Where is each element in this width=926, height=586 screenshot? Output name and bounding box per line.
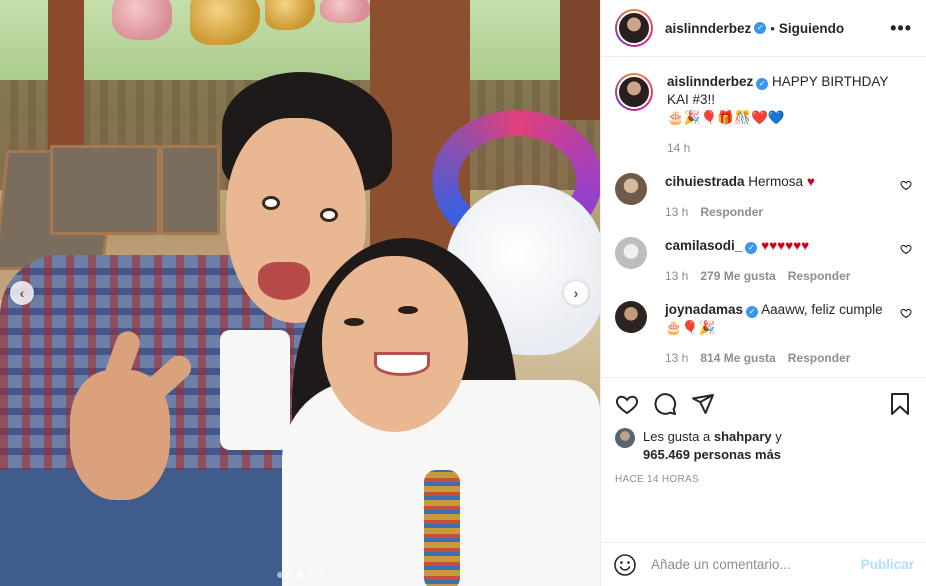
reply-button[interactable]: Responder [788,267,851,285]
comment-row: cihuiestrada Hermosa ♥ 13 h Responder [615,173,912,221]
verified-icon: ✓ [745,242,758,254]
carousel-dot [277,572,283,578]
comment-time[interactable]: 13 h [665,349,688,367]
comment-likes[interactable]: 814 Me gusta [700,349,775,367]
carousel-next-button[interactable]: › [564,281,588,305]
comment-time[interactable]: 13 h [665,203,688,221]
comment-like-heart-icon[interactable] [900,179,912,191]
comment-icon[interactable] [653,392,677,416]
comments-list: aislinnderbez ✓ HAPPY BIRTHDAY KAI #3!! 🎂… [601,57,926,377]
photo-woman-eye-left [344,318,364,326]
comment-text: Hermosa [748,174,804,189]
verified-icon: ✓ [756,78,769,90]
photo-woman-smile [374,352,430,376]
likes-summary: Les gusta a shahpary y 965.469 personas … [615,428,912,464]
photo-man-mouth [258,262,310,300]
verified-icon: ✓ [746,306,759,318]
carousel-prev-button[interactable]: ‹ [10,281,34,305]
comment-time[interactable]: 13 h [665,267,688,285]
publish-button[interactable]: Publicar [861,557,914,572]
reply-button[interactable]: Responder [700,203,763,221]
chevron-right-icon: › [573,285,579,301]
caption-avatar[interactable] [615,73,653,111]
comment-username[interactable]: camilasodi_ [665,238,742,253]
verified-icon: ✓ [754,22,767,34]
caption-emoji-line: 🎂🎉🎈🎁🎊❤️💙 [667,110,785,125]
header-separator: • [770,20,775,36]
carousel-dots [277,572,323,578]
comment-like-heart-icon[interactable] [900,307,912,319]
comment-hearts: ♥ [806,174,815,189]
photo-man-eye-right [320,208,338,222]
emoji-icon[interactable] [613,553,637,577]
post-side-panel: aislinnderbez ✓ • Siguiendo ••• aislinnd… [600,0,926,586]
liker-username[interactable]: shahpary [714,429,772,444]
photo-post-far [560,0,600,120]
save-bookmark-icon[interactable] [888,392,912,416]
caption-time[interactable]: 14 h [667,139,690,157]
photo-post-left [48,0,84,150]
comment-username[interactable]: cihuiestrada [665,174,745,189]
photo-balloon-pink [112,0,172,40]
like-heart-icon[interactable] [615,392,639,416]
comment-username[interactable]: joynadamas [665,302,743,317]
photo-man-tshirt [220,330,290,450]
carousel-dot [317,572,323,578]
post-actions: Les gusta a shahpary y 965.469 personas … [601,377,926,542]
photo-woman-embroidery [424,470,460,586]
comment-like-heart-icon[interactable] [900,243,912,255]
reply-button[interactable]: Responder [788,349,851,367]
comment-input[interactable] [651,557,861,572]
posted-ago[interactable]: HACE 14 HORAS [615,474,912,485]
author-username[interactable]: aislinnderbez [665,21,751,36]
share-icon[interactable] [691,392,715,416]
commenter-avatar[interactable] [615,237,647,269]
following-button[interactable]: Siguiendo [779,21,844,36]
chevron-left-icon: ‹ [19,285,25,301]
commenter-avatar[interactable] [615,301,647,333]
carousel-dot [287,572,293,578]
photo-woman-face [322,256,468,432]
liker-avatar[interactable] [615,428,635,448]
carousel-dot [307,572,313,578]
commenter-avatar[interactable] [615,173,647,205]
caption: aislinnderbez ✓ HAPPY BIRTHDAY KAI #3!! 🎂… [615,73,912,157]
comment-row: joynadamas ✓ Aaaww, feliz cumple 🎂🎈🎉 13 h… [615,301,912,367]
photo-chair-3 [160,145,220,235]
likes-conj: y [775,429,782,444]
photo-man-eye-left [262,196,280,210]
author-avatar[interactable] [615,9,653,47]
more-options-icon[interactable]: ••• [890,18,912,39]
photo-woman-eye-right [398,306,418,314]
photo-chair-2 [50,145,160,235]
carousel-dot [297,572,303,578]
comment-likes[interactable]: 279 Me gusta [700,267,775,285]
comment-hearts: ♥♥♥♥♥♥ [761,238,810,253]
post-photo[interactable]: ‹ › [0,0,600,586]
likes-prefix: Les gusta a [643,429,711,444]
caption-username[interactable]: aislinnderbez [667,74,753,89]
post-header: aislinnderbez ✓ • Siguiendo ••• [601,0,926,57]
likes-count[interactable]: 965.469 personas más [643,447,781,462]
photo-balloon-pink-2 [320,0,370,23]
add-comment-bar: Publicar [601,542,926,586]
comment-row: camilasodi_ ✓ ♥♥♥♥♥♥ 13 h 279 Me gusta Re… [615,237,912,285]
